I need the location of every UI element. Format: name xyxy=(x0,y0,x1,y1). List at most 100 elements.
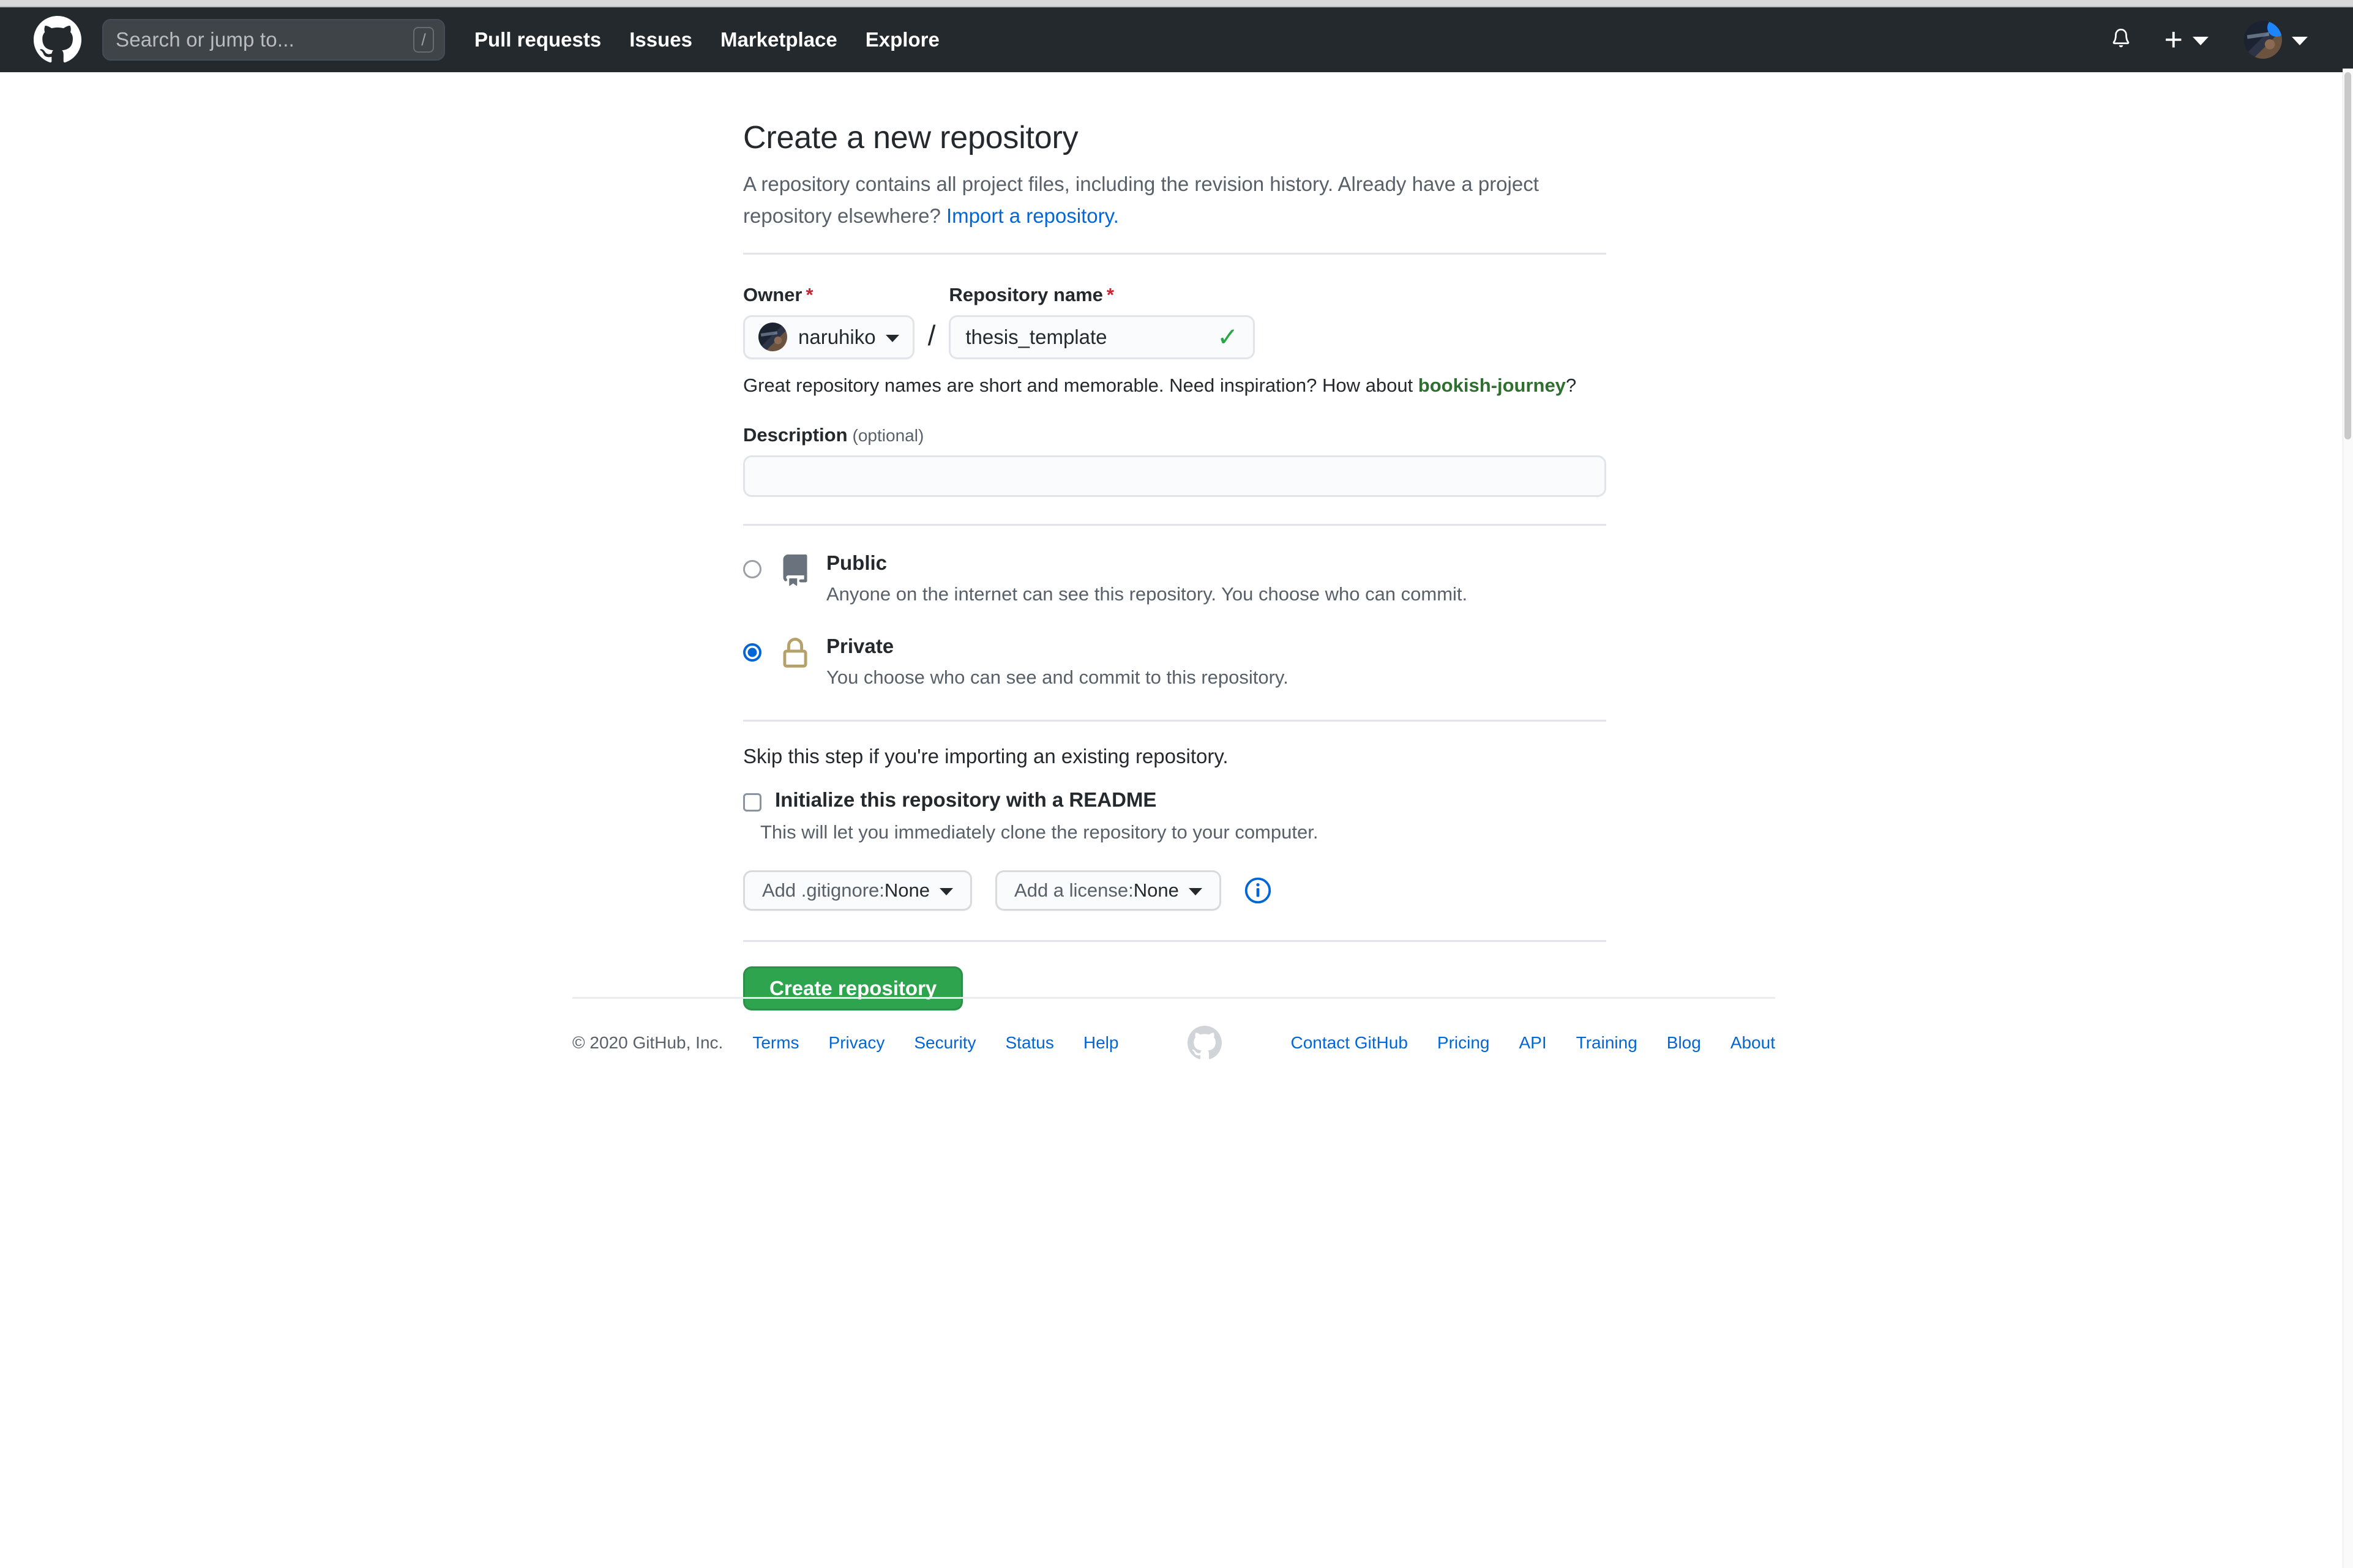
nav-link-explore[interactable]: Explore xyxy=(866,28,940,51)
divider-visibility xyxy=(743,523,1606,526)
radio-public[interactable] xyxy=(743,559,761,578)
page-subtitle-text: A repository contains all project files,… xyxy=(743,173,1539,227)
description-optional-tag: (optional) xyxy=(852,425,924,445)
header-actions: + xyxy=(2107,21,2329,59)
required-indicator: * xyxy=(806,283,814,305)
footer-link-blog[interactable]: Blog xyxy=(1667,1033,1701,1053)
divider-submit xyxy=(743,939,1606,942)
name-suggestion-link[interactable]: bookish-journey xyxy=(1418,375,1566,396)
nav-link-issues[interactable]: Issues xyxy=(629,28,692,51)
search-input[interactable]: Search or jump to... / xyxy=(102,19,445,61)
visibility-group: Public Anyone on the internet can see th… xyxy=(743,548,1606,690)
chevron-down-icon xyxy=(2193,37,2209,45)
initialize-readme-text: Initialize this repository with a README xyxy=(775,788,1156,812)
nav-link-pull-requests[interactable]: Pull requests xyxy=(474,28,601,51)
description-input[interactable] xyxy=(743,455,1606,497)
github-mark-icon[interactable] xyxy=(34,16,81,64)
footer-link-security[interactable]: Security xyxy=(914,1033,976,1053)
page-footer: © 2020 GitHub, Inc. Terms Privacy Securi… xyxy=(572,997,1775,1060)
repository-name-field: Repository name * thesis_template ✓ xyxy=(949,284,1255,359)
owner-avatar xyxy=(758,323,787,352)
footer-link-privacy[interactable]: Privacy xyxy=(829,1033,885,1053)
description-label: Description (optional) xyxy=(743,424,1606,446)
lock-icon xyxy=(777,635,813,673)
owner-label-text: Owner xyxy=(743,283,802,305)
repository-name-input[interactable]: thesis_template ✓ xyxy=(949,315,1255,359)
gitignore-dropdown-prefix: Add .gitignore: xyxy=(762,879,885,901)
footer-link-terms[interactable]: Terms xyxy=(752,1033,799,1053)
repo-book-icon xyxy=(777,551,813,589)
divider-top xyxy=(743,252,1606,255)
description-field: Description (optional) xyxy=(743,424,1606,497)
page-scrollbar-thumb[interactable] xyxy=(2344,72,2351,439)
bell-icon[interactable] xyxy=(2107,24,2135,56)
checkbox-initialize-readme[interactable] xyxy=(743,793,761,812)
owner-repo-separator: / xyxy=(927,319,936,351)
license-dropdown-prefix: Add a license: xyxy=(1014,879,1134,901)
description-label-text: Description xyxy=(743,424,848,446)
owner-name: naruhiko xyxy=(798,325,876,348)
new-repository-form: Create a new repository A repository con… xyxy=(743,119,1606,1010)
page-subtitle: A repository contains all project files,… xyxy=(743,168,1544,231)
owner-field: Owner * naruhiko xyxy=(743,284,915,359)
footer-link-contact-github[interactable]: Contact GitHub xyxy=(1290,1033,1407,1053)
footer-link-training[interactable]: Training xyxy=(1576,1033,1637,1053)
footer-content: © 2020 GitHub, Inc. Terms Privacy Securi… xyxy=(572,1026,1775,1060)
hint-text-before: Great repository names are short and mem… xyxy=(743,374,1418,396)
chevron-down-icon xyxy=(885,335,899,343)
search-placeholder-text: Search or jump to... xyxy=(116,28,294,51)
visibility-private-description: You choose who can see and commit to thi… xyxy=(826,666,1289,689)
owner-repo-row: Owner * naruhiko / Repository name * thesi… xyxy=(743,284,1606,359)
avatar xyxy=(2244,21,2282,59)
chevron-down-icon xyxy=(2292,37,2308,45)
radio-private[interactable] xyxy=(743,643,761,662)
chevron-down-icon xyxy=(1188,887,1202,895)
hint-text-after: ? xyxy=(1565,374,1577,396)
initialize-readme-label: Initialize this repository with a README xyxy=(775,788,1157,811)
footer-link-help[interactable]: Help xyxy=(1083,1033,1119,1053)
visibility-public-title: Public xyxy=(826,551,888,574)
visibility-private-title: Private xyxy=(826,635,894,658)
visibility-private-text: Private You choose who can see and commi… xyxy=(826,631,1289,690)
create-new-button[interactable]: + xyxy=(2164,24,2209,56)
footer-left-links: © 2020 GitHub, Inc. Terms Privacy Securi… xyxy=(572,1033,1118,1053)
page-title: Create a new repository xyxy=(743,120,1079,155)
github-mark-icon[interactable] xyxy=(1187,1026,1222,1060)
footer-right-links: Contact GitHub Pricing API Training Blog… xyxy=(1290,1033,1775,1053)
repository-name-hint: Great repository names are short and mem… xyxy=(743,375,1606,397)
global-header: Search or jump to... / Pull requests Iss… xyxy=(0,7,2353,72)
plus-icon: + xyxy=(2164,22,2183,58)
initialize-readme-description: This will let you immediately clone the … xyxy=(760,821,1319,843)
license-dropdown-value: None xyxy=(1133,879,1179,901)
footer-copyright: © 2020 GitHub, Inc. xyxy=(572,1033,724,1052)
owner-select[interactable]: naruhiko xyxy=(743,315,915,359)
info-circle-icon[interactable] xyxy=(1244,877,1271,904)
gitignore-dropdown[interactable]: Add .gitignore: None xyxy=(743,870,973,911)
gitignore-dropdown-value: None xyxy=(884,879,930,901)
header-nav: Pull requests Issues Marketplace Explore xyxy=(474,28,940,51)
license-dropdown[interactable]: Add a license: None xyxy=(995,870,1221,911)
unread-badge-dot xyxy=(2267,21,2282,37)
footer-link-pricing[interactable]: Pricing xyxy=(1437,1033,1490,1053)
skip-step-text: Skip this step if you're importing an ex… xyxy=(743,744,1229,767)
owner-label: Owner * xyxy=(743,284,915,306)
chevron-down-icon xyxy=(940,887,954,895)
initialize-readme-row[interactable]: Initialize this repository with a README xyxy=(743,788,1606,812)
template-dropdowns-row: Add .gitignore: None Add a license: None xyxy=(743,870,1606,911)
user-menu-button[interactable] xyxy=(2244,21,2308,59)
repository-name-label: Repository name * xyxy=(949,284,1255,306)
import-repository-link[interactable]: Import a repository. xyxy=(946,204,1119,227)
footer-link-status[interactable]: Status xyxy=(1006,1033,1054,1053)
page-body: Create a new repository A repository con… xyxy=(0,72,2343,1568)
footer-divider xyxy=(572,997,1775,999)
check-icon: ✓ xyxy=(1217,322,1239,351)
nav-link-marketplace[interactable]: Marketplace xyxy=(720,28,837,51)
visibility-option-public[interactable]: Public Anyone on the internet can see th… xyxy=(743,548,1606,607)
repository-name-label-text: Repository name xyxy=(949,283,1103,305)
footer-link-about[interactable]: About xyxy=(1730,1033,1775,1053)
visibility-public-text: Public Anyone on the internet can see th… xyxy=(826,548,1467,607)
required-indicator: * xyxy=(1106,283,1114,305)
footer-link-api[interactable]: API xyxy=(1519,1033,1547,1053)
visibility-option-private[interactable]: Private You choose who can see and commi… xyxy=(743,631,1606,690)
visibility-public-description: Anyone on the internet can see this repo… xyxy=(826,583,1468,605)
